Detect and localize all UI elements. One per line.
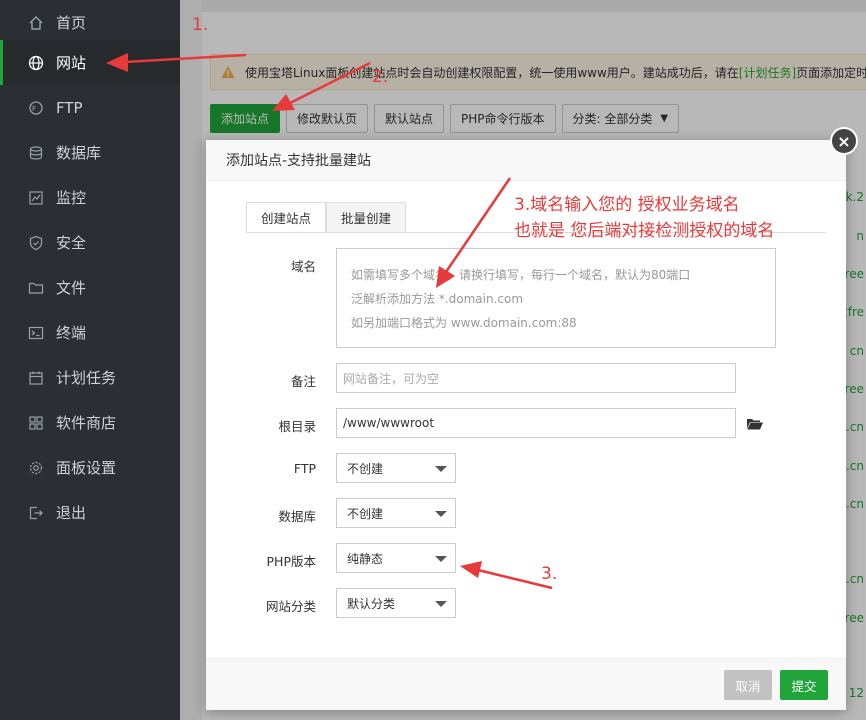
annotation-step-1: 1. <box>192 15 209 35</box>
remark-label: 备注 <box>290 374 316 389</box>
sidebar-item-ftp[interactable]: F FTP <box>0 85 180 130</box>
folder-icon <box>28 280 44 296</box>
ftp-label: FTP <box>293 461 316 476</box>
ftp-icon: F <box>28 100 44 116</box>
shield-icon <box>28 235 44 251</box>
submit-button[interactable]: 提交 <box>780 670 828 700</box>
sidebar-item-settings[interactable]: 面板设置 <box>0 445 180 490</box>
chevron-down-icon <box>435 601 447 607</box>
close-icon[interactable]: × <box>830 127 858 155</box>
sidebar-item-label: 数据库 <box>56 144 102 162</box>
sidebar-item-label: 首页 <box>56 14 87 32</box>
tab-batch-create[interactable]: 批量创建 <box>326 202 407 233</box>
dialog-footer: 取消 提交 <box>206 658 846 710</box>
database-select-value: 不创建 <box>347 506 384 521</box>
cancel-button[interactable]: 取消 <box>724 670 772 700</box>
sidebar-item-label: 监控 <box>56 189 87 207</box>
domain-placeholder-line: 如另加端口格式为 www.domain.com:88 <box>351 316 577 330</box>
calendar-icon <box>28 370 44 386</box>
php-version-label: PHP版本 <box>266 554 316 569</box>
root-dir-label: 根目录 <box>278 419 316 434</box>
sidebar-item-label: 退出 <box>56 504 87 522</box>
ftp-select[interactable]: 不创建 <box>336 453 456 483</box>
sidebar-item-database[interactable]: 数据库 <box>0 130 180 175</box>
sidebar-item-monitor[interactable]: 监控 <box>0 175 180 220</box>
root-dir-input[interactable]: /www/wwwroot <box>336 408 736 438</box>
sidebar-item-security[interactable]: 安全 <box>0 220 180 265</box>
chevron-down-icon <box>435 511 447 517</box>
ftp-select-value: 不创建 <box>347 461 384 476</box>
grid-icon <box>28 415 44 431</box>
sidebar-item-label: 网站 <box>56 54 87 72</box>
logout-icon <box>28 505 44 521</box>
terminal-icon <box>28 325 44 341</box>
sidebar: 首页 网站 F FTP 数据库 监控 安全 文件 终端 计划任务 软件商店 面板… <box>0 0 180 720</box>
chevron-down-icon <box>435 556 447 562</box>
folder-open-icon[interactable] <box>746 417 764 431</box>
sidebar-item-website[interactable]: 网站 <box>0 40 180 85</box>
site-category-select[interactable]: 默认分类 <box>336 588 456 618</box>
chevron-down-icon <box>435 466 447 472</box>
database-label: 数据库 <box>278 509 316 524</box>
sidebar-item-label: FTP <box>56 98 83 117</box>
domain-textarea[interactable]: 如需填写多个域名，请换行填写，每行一个域名，默认为80端口 泛解析添加方法 *.… <box>336 248 776 348</box>
home-icon <box>28 15 44 31</box>
annotation-step-3b: 3. <box>541 564 558 584</box>
sidebar-item-terminal[interactable]: 终端 <box>0 310 180 355</box>
sidebar-item-label: 软件商店 <box>56 414 117 432</box>
remark-input[interactable]: 网站备注，可为空 <box>336 363 736 393</box>
sidebar-item-home[interactable]: 首页 <box>0 0 180 45</box>
database-select[interactable]: 不创建 <box>336 498 456 528</box>
php-version-select[interactable]: 纯静态 <box>336 543 456 573</box>
site-category-label: 网站分类 <box>265 599 316 614</box>
domain-placeholder-line: 泛解析添加方法 *.domain.com <box>351 292 524 306</box>
annotation-step-3-line2: 也就是 您后端对接检测授权的域名 <box>514 221 775 241</box>
sidebar-item-label: 面板设置 <box>56 459 117 477</box>
dialog-tabs: 创建站点 批量创建 <box>246 202 407 233</box>
sidebar-item-store[interactable]: 软件商店 <box>0 400 180 445</box>
sidebar-item-label: 终端 <box>56 324 87 342</box>
sidebar-item-label: 文件 <box>56 279 87 297</box>
sidebar-item-label: 安全 <box>56 234 87 252</box>
sidebar-item-label: 计划任务 <box>56 369 117 387</box>
monitor-icon <box>28 190 44 206</box>
gear-icon <box>28 460 44 476</box>
dialog-title: 添加站点-支持批量建站 <box>206 140 846 181</box>
domain-label: 域名 <box>290 259 316 274</box>
site-category-select-value: 默认分类 <box>347 596 396 611</box>
sidebar-item-logout[interactable]: 退出 <box>0 490 180 535</box>
globe-icon <box>28 55 44 71</box>
svg-text:F: F <box>32 105 36 113</box>
database-icon <box>28 145 44 161</box>
annotation-step-3-line1: 3.域名输入您的 授权业务域名 <box>514 195 740 215</box>
sidebar-item-files[interactable]: 文件 <box>0 265 180 310</box>
annotation-step-2: 2. <box>372 67 389 87</box>
domain-placeholder-line: 如需填写多个域名，请换行填写，每行一个域名，默认为80端口 <box>351 268 691 282</box>
sidebar-item-cron[interactable]: 计划任务 <box>0 355 180 400</box>
tab-create-site[interactable]: 创建站点 <box>246 202 327 233</box>
php-version-select-value: 纯静态 <box>347 551 384 566</box>
